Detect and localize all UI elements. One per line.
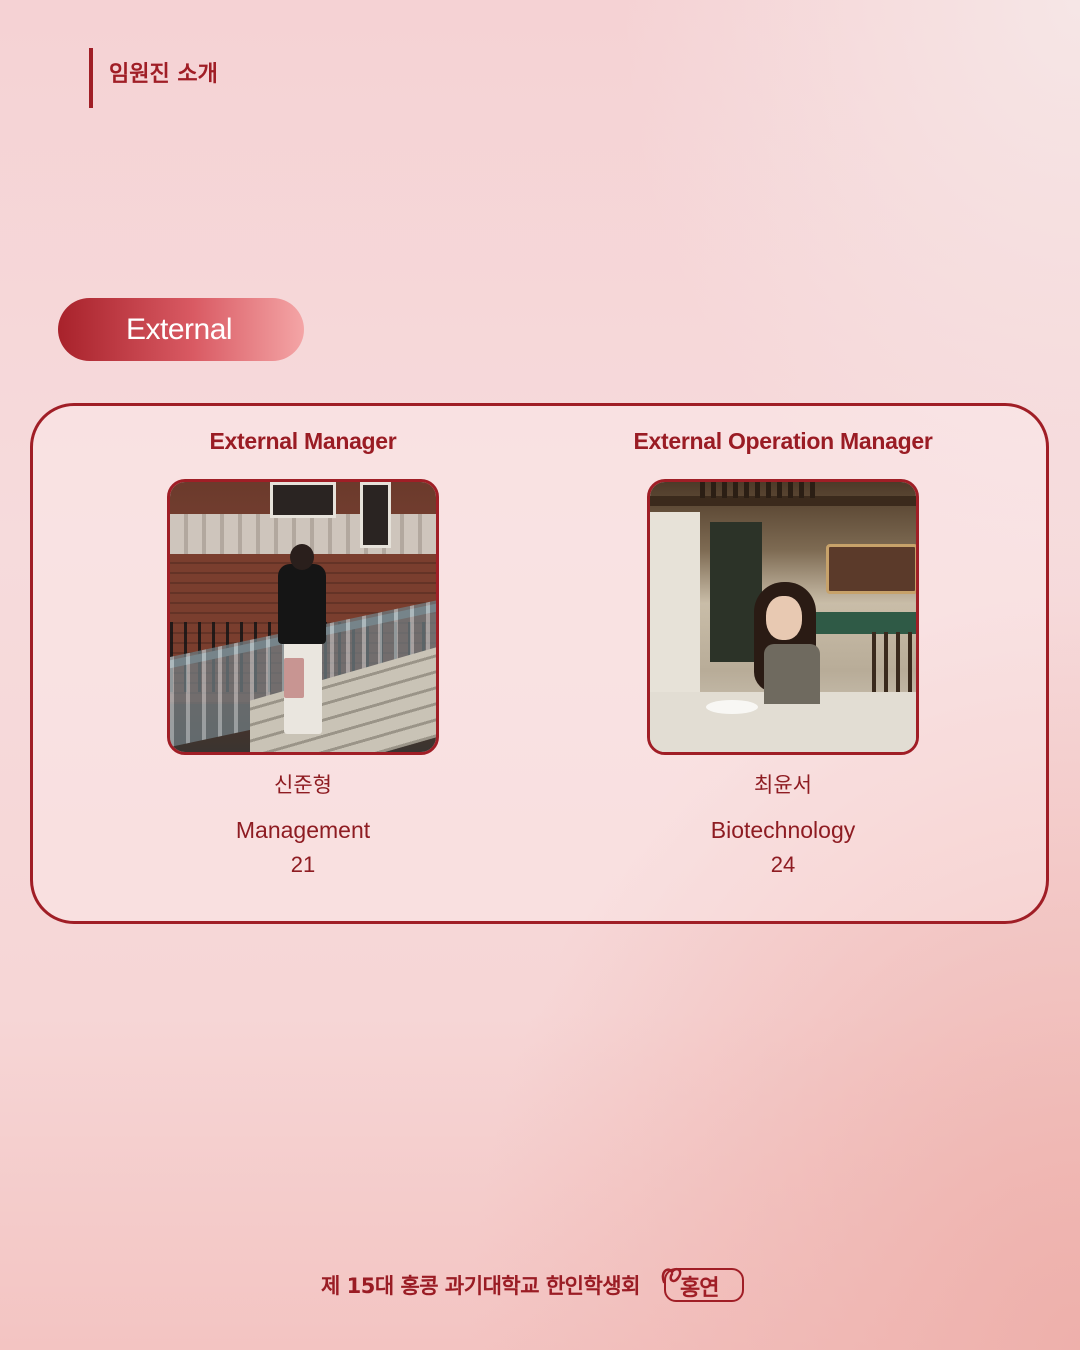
photo-bottles (700, 482, 820, 498)
photo-person-face (766, 596, 802, 640)
footer-text: 제 15대 홍콩 과기대학교 한인학생회 (321, 1274, 640, 1298)
section-label: External (126, 312, 233, 346)
member-name: 신준형 (274, 773, 332, 797)
member-major: Biotechnology (710, 817, 856, 843)
section-pill: External (58, 298, 304, 361)
member-photo (167, 479, 439, 755)
logo-text: 홍연 (679, 1276, 719, 1301)
member-role: External Operation Manager (633, 428, 933, 454)
member-year: 24 (770, 852, 796, 877)
photo-window (270, 482, 336, 518)
member-major: Management (235, 817, 371, 843)
member-year: 21 (290, 852, 316, 877)
photo-mirror (826, 544, 916, 594)
photo-booth (800, 612, 916, 634)
photo-bag (284, 658, 304, 698)
member-name: 최윤서 (754, 773, 812, 797)
page-title: 임원진 소개 (109, 62, 218, 87)
member-photo (647, 479, 919, 755)
footer: 제 15대 홍콩 과기대학교 한인학생회 홍연 (321, 1262, 748, 1308)
photo-person-top (764, 644, 820, 704)
photo-plate (706, 700, 758, 714)
photo-person-head (290, 544, 314, 570)
member-card: External Operation Manager 최윤서 Biotechno… (543, 406, 1023, 878)
page-header: 임원진 소개 (89, 48, 218, 108)
member-card: External Manager 신준형 Management 21 (63, 406, 543, 878)
photo-person-body (278, 564, 326, 644)
photo-window (360, 482, 391, 548)
members-panel: External Manager 신준형 Management 21 Exter… (30, 403, 1049, 924)
club-logo: 홍연 (658, 1262, 748, 1308)
photo-scene (650, 482, 916, 752)
photo-wall (650, 512, 700, 712)
member-role: External Manager (209, 428, 397, 454)
photo-scene (170, 482, 436, 752)
